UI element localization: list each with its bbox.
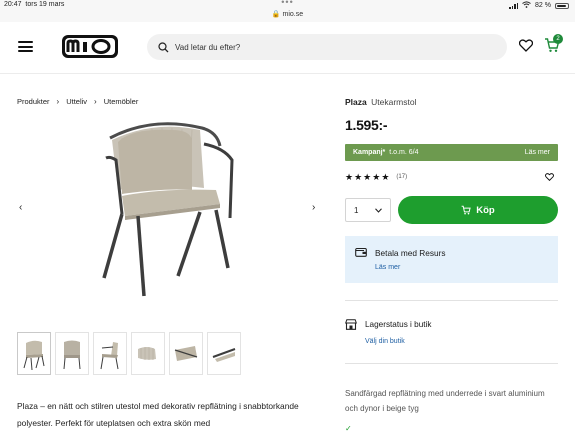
campaign-banner[interactable]: Kampanj* t.o.m. 6/4 Läs mer bbox=[345, 144, 558, 161]
star-icon: ★ bbox=[345, 172, 354, 182]
star-icon: ★ bbox=[363, 172, 372, 182]
gallery-prev-button[interactable]: ‹ bbox=[19, 202, 22, 213]
thumbnail-6[interactable] bbox=[207, 332, 241, 375]
search-input[interactable] bbox=[175, 42, 475, 52]
star-icon: ★ bbox=[381, 172, 390, 182]
thumbnail-strip bbox=[17, 332, 241, 375]
breadcrumb-item-produkter[interactable]: Produkter bbox=[17, 97, 50, 106]
thumbnail-2[interactable] bbox=[55, 332, 89, 375]
site-header: 2 bbox=[0, 22, 575, 74]
product-title: Plaza Utekarmstol bbox=[345, 97, 416, 107]
address-bar[interactable]: 🔒 mio.se bbox=[0, 10, 575, 18]
battery-icon bbox=[555, 2, 569, 9]
mio-logo[interactable] bbox=[61, 34, 119, 59]
divider bbox=[345, 300, 558, 301]
product-subtitle: Utekarmstol bbox=[371, 97, 417, 107]
search-icon[interactable] bbox=[158, 41, 169, 53]
rating[interactable]: ★ ★ ★ ★ ★ (17) bbox=[345, 172, 407, 182]
breadcrumb-item-utteliv[interactable]: Utteliv bbox=[66, 97, 87, 106]
wallet-icon bbox=[355, 247, 367, 257]
breadcrumb: Produkter › Utteliv › Utemöbler bbox=[17, 97, 138, 106]
thumbnail-5[interactable] bbox=[169, 332, 203, 375]
product-summary: Sandfärgad repflätning med underrede i s… bbox=[345, 389, 545, 413]
rating-count[interactable]: (17) bbox=[396, 174, 407, 180]
resurs-read-more-link[interactable]: Läs mer bbox=[375, 264, 400, 271]
cart-count-badge: 2 bbox=[553, 34, 563, 44]
chevron-right-icon: › bbox=[94, 97, 97, 106]
product-image[interactable] bbox=[92, 118, 242, 300]
campaign-label: Kampanj* bbox=[353, 149, 386, 156]
signal-icon bbox=[509, 2, 519, 9]
thumbnail-1[interactable] bbox=[17, 332, 51, 375]
search-bar[interactable] bbox=[147, 34, 507, 60]
divider bbox=[345, 363, 558, 364]
resurs-payment-box: Betala med Resurs Läs mer bbox=[345, 236, 558, 283]
chevron-right-icon: › bbox=[56, 97, 60, 106]
product-price: 1.595:- bbox=[345, 117, 388, 133]
thumbnail-3[interactable] bbox=[93, 332, 127, 375]
quantity-value: 1 bbox=[354, 205, 359, 215]
tab-dots[interactable]: ••• bbox=[0, 0, 575, 7]
star-icon: ★ bbox=[354, 172, 363, 182]
menu-icon[interactable] bbox=[18, 41, 33, 52]
cart-icon bbox=[461, 205, 471, 215]
favorite-heart-icon[interactable] bbox=[545, 173, 554, 181]
resurs-title: Betala med Resurs bbox=[375, 248, 446, 258]
choose-store-link[interactable]: Välj din butik bbox=[365, 338, 405, 345]
heart-icon[interactable] bbox=[519, 39, 533, 52]
product-description: Plaza – en nätt och stilren utestol med … bbox=[17, 401, 299, 428]
status-indicators: 82 % bbox=[509, 1, 569, 10]
buy-button-label: Köp bbox=[476, 204, 495, 216]
thumbnail-4[interactable] bbox=[131, 332, 165, 375]
product-name: Plaza bbox=[345, 97, 367, 107]
star-icon: ★ bbox=[372, 172, 381, 182]
chevron-down-icon bbox=[375, 207, 382, 213]
store-icon bbox=[345, 319, 357, 330]
check-icon: ✓ bbox=[345, 424, 352, 431]
status-bar: 20:47 tors 19 mars ••• 🔒 mio.se 82 % bbox=[0, 0, 575, 22]
buy-button[interactable]: Köp bbox=[398, 196, 558, 224]
gallery-next-button[interactable]: › bbox=[312, 202, 315, 213]
quantity-select[interactable]: 1 bbox=[345, 198, 391, 222]
store-stock-title: Lagerstatus i butik bbox=[365, 320, 432, 329]
campaign-read-more-link[interactable]: Läs mer bbox=[525, 149, 550, 156]
wifi-icon bbox=[522, 1, 531, 10]
battery-percent: 82 % bbox=[535, 2, 551, 9]
campaign-date: t.o.m. 6/4 bbox=[389, 149, 419, 156]
breadcrumb-item-utemobler[interactable]: Utemöbler bbox=[104, 97, 139, 106]
